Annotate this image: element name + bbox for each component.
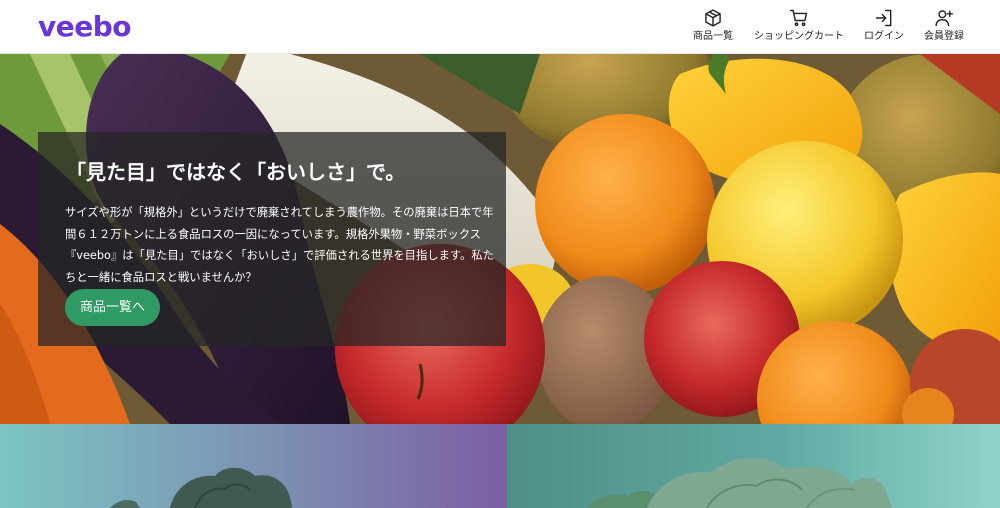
hero-description-line: 『veebo』は「見た目」ではなく「おいしさ」で評価される世界を目指します。私た: [65, 249, 494, 262]
hero-description: サイズや形が「規格外」というだけで廃棄されてしまう農作物。その廃棄は日本で年 間…: [65, 202, 494, 288]
nav-login-label: ログイン: [864, 31, 904, 42]
nav-signup[interactable]: 会員登録: [921, 8, 967, 48]
nav-login[interactable]: ログイン: [862, 8, 906, 48]
nav-products[interactable]: 商品一覧: [690, 8, 736, 48]
vegetable-card-image: [110, 467, 292, 508]
category-card-right[interactable]: [507, 424, 1000, 508]
nav-products-label: 商品一覧: [693, 31, 733, 42]
user-plus-icon: [935, 10, 954, 27]
cart-icon: [789, 9, 808, 27]
box-icon: [705, 9, 721, 27]
login-icon: [875, 9, 892, 27]
site-header: veebo 商品一覧 ショッピングカート ログイン 会員登録: [0, 0, 1000, 54]
veebo-logo[interactable]: veebo: [38, 9, 132, 45]
view-products-button[interactable]: 商品一覧へ: [65, 289, 160, 326]
greens-card-image: [587, 458, 892, 508]
hero-description-line: ちと一緒に食品ロスと戦いませんか？: [65, 270, 257, 284]
hero-description-line: サイズや形が「規格外」というだけで廃棄されてしまう農作物。その廃棄は日本で年: [65, 206, 494, 219]
hero-section: 「見た目」ではなく「おいしさ」で。 サイズや形が「規格外」というだけで廃棄されて…: [0, 54, 1000, 424]
nav-cart-label: ショッピングカート: [754, 31, 844, 42]
nav-cart[interactable]: ショッピングカート: [752, 8, 846, 48]
category-card-left[interactable]: [0, 424, 507, 508]
hero-description-line: 間６１２万トンに上る食品ロスの一因になっています。規格外果物・野菜ボックス: [65, 227, 481, 241]
hero-title: 「見た目」ではなく「おいしさ」で。: [66, 160, 406, 184]
nav-signup-label: 会員登録: [924, 31, 964, 42]
hero-text-panel: 「見た目」ではなく「おいしさ」で。 サイズや形が「規格外」というだけで廃棄されて…: [38, 132, 506, 346]
